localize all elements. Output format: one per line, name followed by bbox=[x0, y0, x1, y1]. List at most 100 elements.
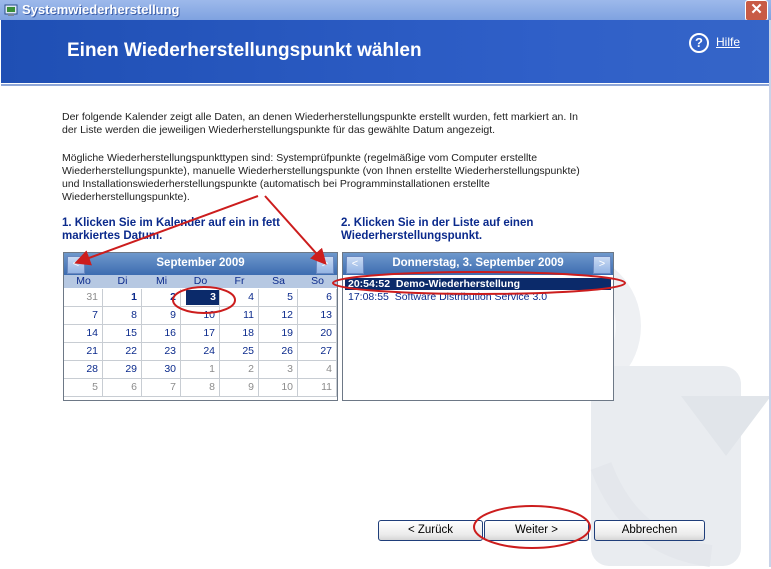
calendar-day[interactable]: 4 bbox=[298, 361, 337, 379]
calendar-day[interactable]: 10 bbox=[181, 307, 220, 325]
calendar: < September 2009 > Mo Di Mi Do Fr Sa So 31 1 2 3 4… bbox=[63, 252, 338, 401]
calendar-day[interactable]: 25 bbox=[220, 343, 259, 361]
calendar-next-button[interactable]: > bbox=[316, 256, 334, 274]
calendar-day-number: 16 bbox=[164, 327, 176, 339]
calendar-day-number: 1 bbox=[209, 363, 215, 375]
page-title: Einen Wiederherstellungspunkt wählen bbox=[67, 40, 422, 61]
weekday-label: Fr bbox=[234, 275, 245, 287]
list-item[interactable]: 17:08:55 Software Distribution Service 3… bbox=[345, 291, 611, 303]
calendar-day[interactable]: 8 bbox=[181, 379, 220, 397]
calendar-day-number: 10 bbox=[203, 309, 215, 321]
calendar-day[interactable]: 30 bbox=[142, 361, 181, 379]
calendar-day[interactable]: 22 bbox=[103, 343, 142, 361]
calendar-day[interactable]: 9 bbox=[142, 307, 181, 325]
weekday-label: Mi bbox=[155, 275, 168, 287]
header-banner: Einen Wiederherstellungspunkt wählen ? H… bbox=[1, 20, 769, 83]
calendar-day[interactable]: 9 bbox=[220, 379, 259, 397]
calendar-day-number: 3 bbox=[186, 290, 219, 305]
intro-text-2: Mögliche Wiederherstellungspunkttypen si… bbox=[62, 152, 580, 204]
intro-line: Der folgende Kalender zeigt alle Daten, … bbox=[62, 111, 578, 123]
calendar-day[interactable]: 7 bbox=[64, 307, 103, 325]
calendar-day[interactable]: 26 bbox=[259, 343, 298, 361]
calendar-day[interactable]: 8 bbox=[103, 307, 142, 325]
calendar-day-number: 21 bbox=[86, 345, 98, 357]
list-item[interactable]: 20:54:52 Demo-Wiederherstellung bbox=[345, 278, 611, 290]
calendar-day[interactable]: 18 bbox=[220, 325, 259, 343]
step1-heading: 1. Klicken Sie im Kalender auf ein in fe… bbox=[62, 217, 280, 243]
calendar-day[interactable]: 5 bbox=[259, 289, 298, 307]
calendar-day[interactable]: 15 bbox=[103, 325, 142, 343]
help-link[interactable]: Hilfe bbox=[716, 35, 740, 49]
calendar-day-number: 20 bbox=[320, 327, 332, 339]
calendar-day-number: 2 bbox=[248, 363, 254, 375]
calendar-day-number: 18 bbox=[242, 327, 254, 339]
calendar-day[interactable]: 6 bbox=[103, 379, 142, 397]
calendar-day-number: 4 bbox=[248, 291, 254, 303]
weekday-label: Mo bbox=[76, 275, 91, 287]
intro-line: der Liste werden die jeweiligen Wiederhe… bbox=[62, 124, 496, 136]
calendar-day[interactable]: 10 bbox=[259, 379, 298, 397]
calendar-day-number: 15 bbox=[125, 327, 137, 339]
window-title: Systemwiederherstellung bbox=[22, 2, 180, 17]
calendar-day-number: 6 bbox=[131, 381, 137, 393]
calendar-day[interactable]: 29 bbox=[103, 361, 142, 379]
calendar-day[interactable]: 13 bbox=[298, 307, 337, 325]
calendar-day[interactable]: 7 bbox=[142, 379, 181, 397]
next-button[interactable]: Weiter > bbox=[484, 520, 589, 541]
close-button[interactable]: ✕ bbox=[745, 0, 768, 21]
calendar-day-number: 14 bbox=[86, 327, 98, 339]
calendar-day[interactable]: 21 bbox=[64, 343, 103, 361]
calendar-day[interactable]: 2 bbox=[142, 289, 181, 307]
list-item-name: Demo-Wiederherstellung bbox=[395, 278, 521, 290]
intro-line: Mögliche Wiederherstellungspunkttypen si… bbox=[62, 152, 538, 164]
calendar-day-number: 19 bbox=[281, 327, 293, 339]
intro-text-1: Der folgende Kalender zeigt alle Daten, … bbox=[62, 111, 578, 137]
calendar-day-number: 27 bbox=[320, 345, 332, 357]
calendar-day-number: 10 bbox=[281, 381, 293, 393]
calendar-day[interactable]: 1 bbox=[103, 289, 142, 307]
help-icon[interactable]: ? bbox=[689, 33, 709, 53]
calendar-day[interactable]: 1 bbox=[181, 361, 220, 379]
calendar-day[interactable]: 20 bbox=[298, 325, 337, 343]
calendar-day[interactable]: 27 bbox=[298, 343, 337, 361]
calendar-day-number: 30 bbox=[164, 363, 176, 375]
list-next-button[interactable]: > bbox=[593, 256, 611, 274]
calendar-day[interactable]: 17 bbox=[181, 325, 220, 343]
calendar-day[interactable]: 5 bbox=[64, 379, 103, 397]
list-header: < Donnerstag, 3. September 2009 > bbox=[343, 253, 613, 275]
calendar-day[interactable]: 28 bbox=[64, 361, 103, 379]
step1-line: 1. Klicken Sie im Kalender auf ein in fe… bbox=[62, 217, 280, 229]
list-item-time: 20:54:52 bbox=[348, 278, 391, 290]
calendar-day-number: 1 bbox=[131, 291, 137, 303]
calendar-day[interactable]: 4 bbox=[220, 289, 259, 307]
back-button[interactable]: < Zurück bbox=[378, 520, 483, 541]
calendar-day-number: 8 bbox=[131, 309, 137, 321]
calendar-day[interactable]: 14 bbox=[64, 325, 103, 343]
restore-point-list: < Donnerstag, 3. September 2009 > 20:54:… bbox=[342, 252, 614, 401]
calendar-day[interactable]: 6 bbox=[298, 289, 337, 307]
calendar-day[interactable]: 12 bbox=[259, 307, 298, 325]
calendar-day[interactable]: 31 bbox=[64, 289, 103, 307]
calendar-day-number: 6 bbox=[326, 291, 332, 303]
weekday-label: So bbox=[311, 275, 324, 287]
calendar-day-number: 8 bbox=[209, 381, 215, 393]
calendar-day[interactable]: 11 bbox=[220, 307, 259, 325]
calendar-day[interactable]: 3 bbox=[259, 361, 298, 379]
calendar-day[interactable]: 11 bbox=[298, 379, 337, 397]
calendar-day-number: 9 bbox=[248, 381, 254, 393]
calendar-day-number: 17 bbox=[203, 327, 215, 339]
list-item-time: 17:08:55 bbox=[348, 291, 389, 303]
weekday-label: Do bbox=[193, 275, 208, 287]
calendar-day[interactable]: 24 bbox=[181, 343, 220, 361]
step2-line: Wiederherstellungspunkt. bbox=[341, 230, 483, 242]
weekday-row: Mo Di Mi Do Fr Sa So bbox=[64, 275, 337, 288]
calendar-day[interactable]: 23 bbox=[142, 343, 181, 361]
cancel-button[interactable]: Abbrechen bbox=[594, 520, 705, 541]
calendar-day[interactable]: 19 bbox=[259, 325, 298, 343]
calendar-day[interactable]: 2 bbox=[220, 361, 259, 379]
calendar-day-number: 31 bbox=[86, 291, 98, 303]
calendar-day-number: 11 bbox=[321, 381, 332, 393]
calendar-day[interactable]: 3 bbox=[181, 289, 220, 307]
calendar-day[interactable]: 16 bbox=[142, 325, 181, 343]
calendar-day-number: 25 bbox=[242, 345, 254, 357]
